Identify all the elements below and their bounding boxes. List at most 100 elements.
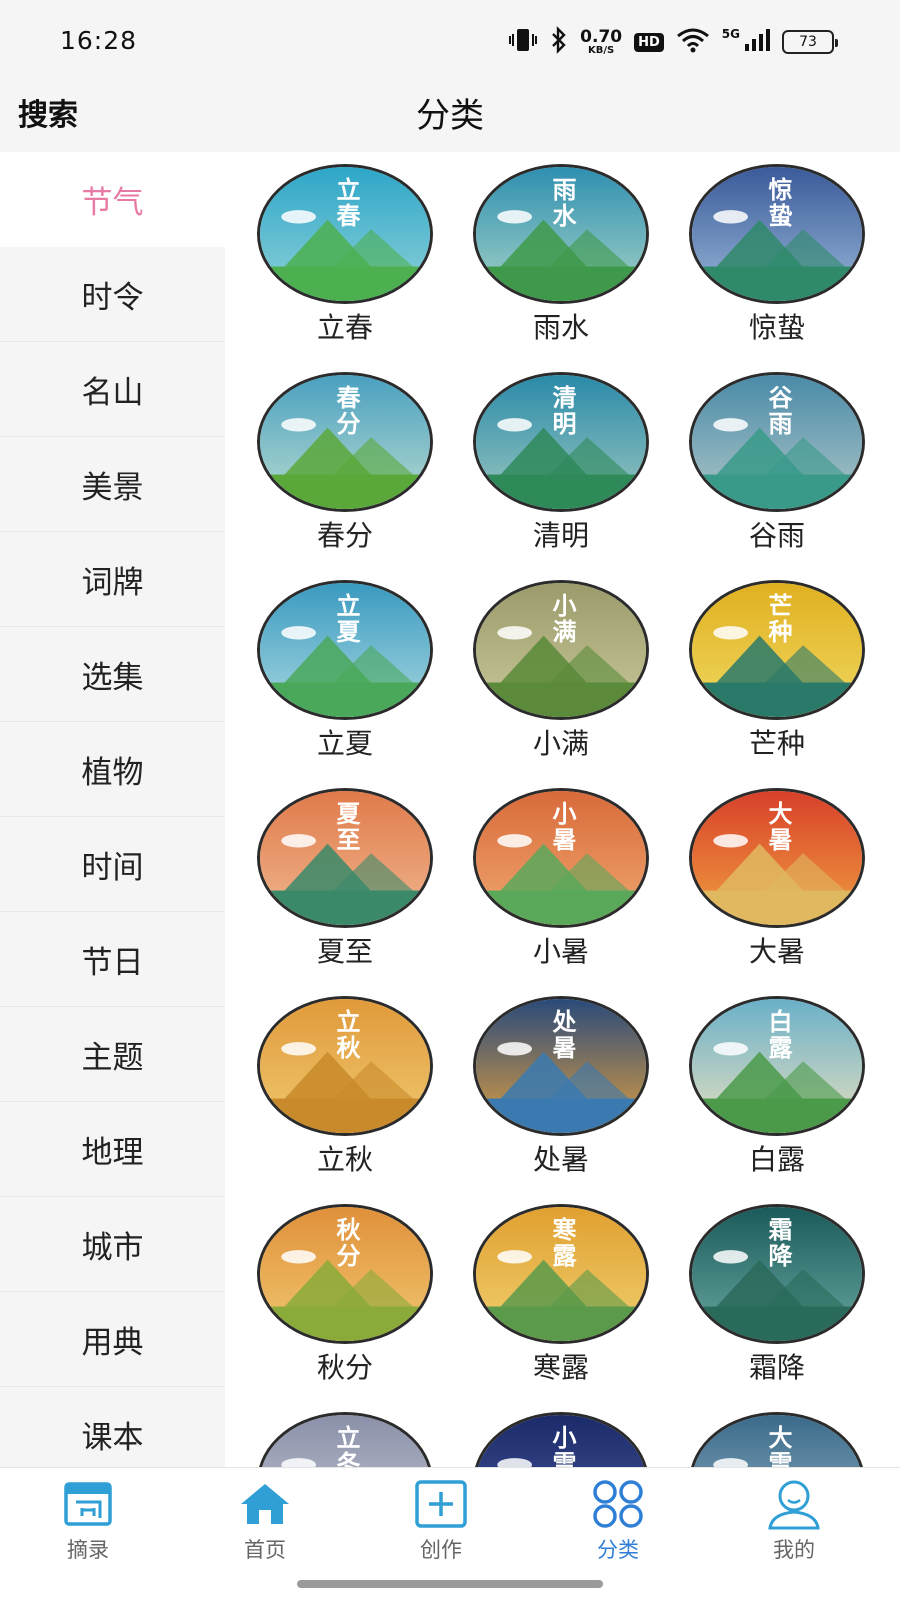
sidebar-item[interactable]: 主题 xyxy=(0,1007,225,1102)
sidebar-item[interactable]: 美景 xyxy=(0,437,225,532)
status-icons: 0.70 KB/S HD 5G 73 xyxy=(508,26,838,58)
solar-term-card[interactable]: 立冬立冬 xyxy=(237,1412,453,1467)
sidebar-item[interactable]: 词牌 xyxy=(0,532,225,627)
solar-term-card[interactable]: 小雪小雪 xyxy=(453,1412,669,1467)
solar-term-card[interactable]: 立秋 立秋 xyxy=(237,996,453,1192)
solar-term-card[interactable]: 霜降 霜降 xyxy=(669,1204,885,1400)
solar-term-illustration: 清明 xyxy=(473,372,649,512)
sidebar-item[interactable]: 时令 xyxy=(0,247,225,342)
solar-term-card[interactable]: 小暑 小暑 xyxy=(453,788,669,984)
solar-term-illustration: 雨水 xyxy=(473,164,649,304)
sidebar-item[interactable]: 课本 xyxy=(0,1387,225,1467)
network-type: 5G xyxy=(721,27,740,41)
badge-title: 秋分 xyxy=(332,1217,361,1269)
create-icon xyxy=(413,1478,469,1530)
solar-term-card[interactable]: 雨水 雨水 xyxy=(453,164,669,360)
solar-term-card[interactable]: 谷雨 谷雨 xyxy=(669,372,885,568)
solar-term-card[interactable]: 白露 白露 xyxy=(669,996,885,1192)
solar-term-label: 秋分 xyxy=(316,1351,373,1384)
badge-title: 大暑 xyxy=(764,801,793,853)
profile-icon xyxy=(766,1478,822,1530)
solar-term-label: 雨水 xyxy=(532,311,589,344)
sidebar-item[interactable]: 名山 xyxy=(0,342,225,437)
badge-title: 处暑 xyxy=(548,1009,577,1061)
solar-term-label: 夏至 xyxy=(316,935,373,968)
status-bar: 16:28 0.70 KB/S HD 5G 73 xyxy=(0,0,900,80)
solar-term-illustration: 惊蛰 xyxy=(689,164,865,304)
solar-term-card[interactable]: 大雪大雪 xyxy=(669,1412,885,1467)
solar-term-label: 立夏 xyxy=(316,727,373,760)
solar-term-label: 大暑 xyxy=(748,935,805,968)
solar-term-illustration: 小满 xyxy=(473,580,649,720)
solar-term-illustration: 霜降 xyxy=(689,1204,865,1344)
solar-term-grid: 立春 立春 雨水 雨水 惊蛰 惊蛰 春分 春分 清明 清明 谷雨 谷雨 立夏 立夏 小满 小满 芒种 芒种 夏至 夏至… xyxy=(225,152,900,1467)
solar-term-illustration: 立秋 xyxy=(257,996,433,1136)
solar-term-card[interactable]: 立春 立春 xyxy=(237,164,453,360)
wifi-icon xyxy=(676,26,710,58)
tab-label: 创作 xyxy=(420,1538,462,1562)
solar-term-illustration: 大雪 xyxy=(689,1412,865,1467)
tab-excerpt[interactable]: 摘录 xyxy=(28,1478,148,1564)
solar-term-illustration: 立夏 xyxy=(257,580,433,720)
solar-term-card[interactable]: 惊蛰 惊蛰 xyxy=(669,164,885,360)
solar-term-illustration: 寒露 xyxy=(473,1204,649,1344)
sidebar-item[interactable]: 节日 xyxy=(0,912,225,1007)
solar-term-illustration: 立春 xyxy=(257,164,433,304)
solar-term-label: 霜降 xyxy=(748,1351,805,1384)
network-speed: 0.70 KB/S xyxy=(580,26,623,56)
badge-title: 小暑 xyxy=(548,801,577,853)
solar-term-label: 芒种 xyxy=(748,727,805,760)
solar-term-card[interactable]: 寒露 寒露 xyxy=(453,1204,669,1400)
solar-term-label: 谷雨 xyxy=(748,519,805,552)
solar-term-card[interactable]: 芒种 芒种 xyxy=(669,580,885,776)
solar-term-illustration: 谷雨 xyxy=(689,372,865,512)
badge-title: 谷雨 xyxy=(764,385,793,437)
solar-term-label: 寒露 xyxy=(532,1351,589,1384)
badge-title: 春分 xyxy=(332,385,361,437)
solar-term-illustration: 立冬 xyxy=(257,1412,433,1467)
sidebar-item[interactable]: 时间 xyxy=(0,817,225,912)
tab-label: 首页 xyxy=(244,1538,286,1562)
solar-term-label: 清明 xyxy=(532,519,589,552)
category-icon xyxy=(590,1478,646,1530)
solar-term-card[interactable]: 清明 清明 xyxy=(453,372,669,568)
status-time: 16:28 xyxy=(60,26,138,55)
tab-profile[interactable]: 我的 xyxy=(734,1478,854,1564)
badge-title: 小满 xyxy=(548,593,577,645)
solar-term-label: 春分 xyxy=(316,519,373,552)
solar-term-card[interactable]: 大暑 大暑 xyxy=(669,788,885,984)
tab-create[interactable]: 创作 xyxy=(381,1478,501,1564)
solar-term-card[interactable]: 处暑 处暑 xyxy=(453,996,669,1192)
tab-label: 摘录 xyxy=(67,1538,109,1562)
tab-category[interactable]: 分类 xyxy=(558,1478,678,1564)
solar-term-card[interactable]: 春分 春分 xyxy=(237,372,453,568)
solar-term-card[interactable]: 小满 小满 xyxy=(453,580,669,776)
home-indicator[interactable] xyxy=(297,1580,603,1588)
solar-term-label: 处暑 xyxy=(532,1143,589,1176)
page-title: 分类 xyxy=(416,96,484,136)
solar-term-card[interactable]: 夏至 夏至 xyxy=(237,788,453,984)
solar-term-card[interactable]: 立夏 立夏 xyxy=(237,580,453,776)
tab-home[interactable]: 首页 xyxy=(205,1478,325,1564)
sidebar-item[interactable]: 地理 xyxy=(0,1102,225,1197)
sidebar-item[interactable]: 城市 xyxy=(0,1197,225,1292)
category-content: 立春 立春 雨水 雨水 惊蛰 惊蛰 春分 春分 清明 清明 谷雨 谷雨 立夏 立夏 小满 小满 芒种 芒种 夏至 夏至… xyxy=(225,152,900,1467)
badge-title: 立秋 xyxy=(332,1009,361,1061)
sidebar-item[interactable]: 选集 xyxy=(0,627,225,722)
sidebar-item[interactable]: 植物 xyxy=(0,722,225,817)
solar-term-card[interactable]: 秋分 秋分 xyxy=(237,1204,453,1400)
bluetooth-icon xyxy=(550,26,568,58)
solar-term-illustration: 处暑 xyxy=(473,996,649,1136)
badge-title: 寒露 xyxy=(548,1217,577,1269)
solar-term-label: 白露 xyxy=(748,1143,805,1176)
solar-term-label: 小暑 xyxy=(532,935,589,968)
sidebar-item[interactable]: 用典 xyxy=(0,1292,225,1387)
badge-title: 霜降 xyxy=(764,1217,793,1269)
badge-title: 立春 xyxy=(332,177,361,229)
solar-term-illustration: 大暑 xyxy=(689,788,865,928)
badge-title: 立夏 xyxy=(332,593,361,645)
category-sidebar: 节气 时令 名山 美景 词牌 选集 植物 时间 节日 主题 地理 城市 用典 课本 xyxy=(0,152,225,1467)
solar-term-label: 小满 xyxy=(532,727,589,760)
badge-title: 小雪 xyxy=(548,1425,577,1467)
sidebar-item[interactable]: 节气 xyxy=(0,152,225,247)
